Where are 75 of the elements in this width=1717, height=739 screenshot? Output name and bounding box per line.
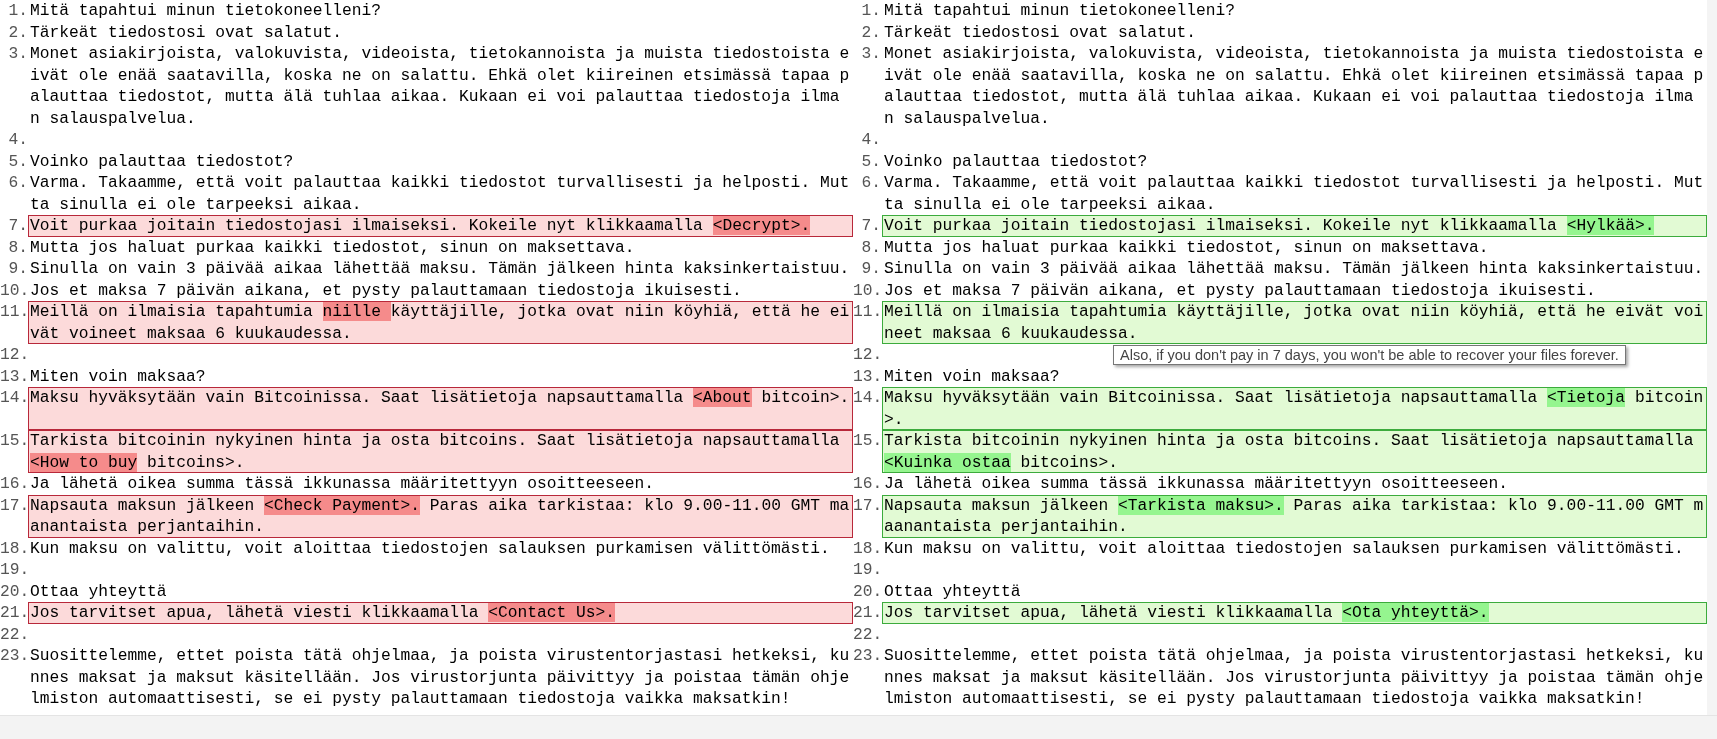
line-number: 6.: [7, 172, 28, 194]
code-line: Mutta jos haluat purkaa kaikki tiedostot, sinun on maksettava.: [29, 236, 636, 258]
line-number: 4.: [860, 129, 882, 151]
line-number: 23.: [0, 645, 28, 667]
code-line: Kun maksu on valittu, voit aloittaa tiedostojen salauksen purkamisen välittömästi.: [29, 537, 831, 559]
line-number: 14.: [0, 387, 28, 409]
code-line: Varma. Takaamme, että voit palauttaa kaikki tiedostot turvallisesti ja helposti. Mutta sinulla ei ole tarpeeksi aikaa.: [883, 172, 1705, 215]
line-number: 2.: [7, 21, 28, 43]
line-number: 9.: [860, 258, 882, 280]
code-line: Ja lähetä oikea summa tässä ikkunassa määritettyyn osoitteeseen.: [29, 473, 656, 495]
code-line: Varma. Takaamme, että voit palauttaa kaikki tiedostot turvallisesti ja helposti. Mutta sinulla ei ole tarpeeksi aikaa.: [29, 172, 851, 215]
vertical-scrollbar[interactable]: [1707, 0, 1717, 715]
code-line: Voinko palauttaa tiedostot?: [883, 150, 1149, 172]
line-number: 17.: [853, 494, 882, 517]
line-number: 11.: [0, 301, 28, 323]
code-line: Mitä tapahtui minun tietokoneelleni?: [29, 0, 383, 22]
line-number: 19.: [0, 559, 28, 581]
code-line: Tärkeät tiedostosi ovat salatut.: [29, 21, 344, 43]
line-number: 1.: [7, 0, 28, 22]
line-number: 20.: [0, 580, 28, 602]
code-line: Jos et maksa 7 päivän aikana, et pysty palauttamaan tiedostoja ikuisesti.: [883, 279, 1597, 301]
code-line: Kun maksu on valittu, voit aloittaa tiedostojen salauksen purkamisen välittömästi.: [883, 537, 1685, 559]
line-number: 16.: [0, 473, 28, 495]
line-number: 1.: [860, 0, 882, 22]
line-number: 18.: [0, 537, 28, 559]
code-line: Mutta jos haluat purkaa kaikki tiedostot, sinun on maksettava.: [883, 236, 1490, 258]
line-number: 8.: [7, 236, 28, 258]
line-number: 10.: [853, 279, 882, 301]
line-number: 21.: [853, 602, 882, 624]
tooltip: Also, if you don't pay in 7 days, you won't be able to recover your files forever.: [1113, 345, 1626, 365]
line-number: 16.: [853, 473, 882, 495]
line-number: 12.: [0, 344, 28, 366]
code-line: Ottaa yhteyttä: [883, 580, 1022, 602]
line-number: 8.: [860, 236, 882, 258]
code-line: Ja lähetä oikea summa tässä ikkunassa määritettyyn osoitteeseen.: [883, 473, 1510, 495]
line-number: 15.: [853, 430, 882, 452]
line-number: 19.: [853, 559, 882, 581]
code-line: Mitä tapahtui minun tietokoneelleni?: [883, 0, 1237, 22]
code-line: Monet asiakirjoista, valokuvista, videoista, tietokannoista ja muista tiedostoista eivät ole enää saatavilla, koska ne on salattu. Ehkä olet kiireinen etsimässä tapaa palauttaa tiedostot, mutta älä tuhlaa aikaa. Kukaan ei voi palauttaa tiedostoja ilman salauspalvelua.: [883, 43, 1705, 129]
line-number: 21.: [0, 602, 28, 624]
line-number: 20.: [853, 580, 882, 602]
line-number: 7.: [860, 215, 882, 237]
code-line: Suosittelemme, ettet poista tätä ohjelmaa, ja poista virustentorjastasi hetkeksi, kunnes maksat ja maksut käsitellään. Jos virustorjunta päivittyy ja poistaa tämän ohjelmiston automaattisesti, se ei pysty palauttamaan tiedostoja vaikka maksatkin!: [883, 645, 1705, 710]
code-line: Voinko palauttaa tiedostot?: [29, 150, 295, 172]
line-number: 7.: [7, 215, 28, 237]
line-number: 10.: [0, 279, 28, 301]
line-number: 2.: [860, 21, 882, 43]
line-number: 11.: [853, 301, 882, 323]
line-number: 5.: [860, 150, 882, 172]
line-number: 13.: [853, 365, 882, 387]
code-line: Sinulla on vain 3 päivää aikaa lähettää maksu. Tämän jälkeen hinta kaksinkertaistuu.: [29, 258, 851, 280]
code-line: Sinulla on vain 3 päivää aikaa lähettää maksu. Tämän jälkeen hinta kaksinkertaistuu.: [883, 258, 1705, 280]
code-line: Ottaa yhteyttä: [29, 580, 168, 602]
line-number: 4.: [7, 129, 28, 151]
line-number: 17.: [0, 494, 28, 517]
line-number: 22.: [0, 623, 28, 645]
line-number: 12.: [853, 344, 882, 366]
horizontal-scrollbar[interactable]: [0, 715, 1717, 739]
line-number: 23.: [853, 645, 882, 667]
line-number: 18.: [853, 537, 882, 559]
line-number: 3.: [860, 43, 882, 65]
line-number: 13.: [0, 365, 28, 387]
line-number: 22.: [853, 623, 882, 645]
line-number: 14.: [853, 387, 882, 409]
code-line: Miten voin maksaa?: [883, 365, 1061, 387]
code-line: Jos et maksa 7 päivän aikana, et pysty palauttamaan tiedostoja ikuisesti.: [29, 279, 743, 301]
code-line: Suosittelemme, ettet poista tätä ohjelmaa, ja poista virustentorjastasi hetkeksi, kunnes maksat ja maksut käsitellään. Jos virustorjunta päivittyy ja poistaa tämän ohjelmiston automaattisesti, se ei pysty palauttamaan tiedostoja vaikka maksatkin!: [29, 645, 851, 710]
line-number: 9.: [7, 258, 28, 280]
code-line: Monet asiakirjoista, valokuvista, videoista, tietokannoista ja muista tiedostoista eivät ole enää saatavilla, koska ne on salattu. Ehkä olet kiireinen etsimässä tapaa palauttaa tiedostot, mutta älä tuhlaa aikaa. Kukaan ei voi palauttaa tiedostoja ilman salauspalvelua.: [29, 43, 851, 129]
line-number: 3.: [7, 43, 28, 65]
line-number: 6.: [860, 172, 882, 194]
code-line: Tärkeät tiedostosi ovat salatut.: [883, 21, 1198, 43]
code-line: Miten voin maksaa?: [29, 365, 207, 387]
line-number: 5.: [7, 150, 28, 172]
line-number: 15.: [0, 430, 28, 452]
